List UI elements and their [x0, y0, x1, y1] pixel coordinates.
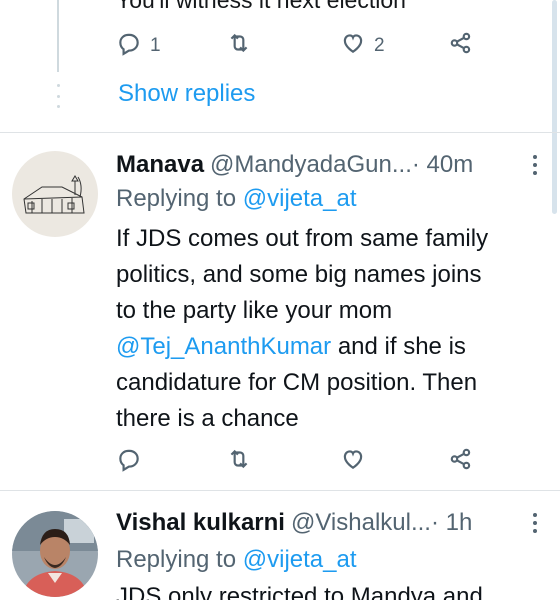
more-vertical-icon[interactable]: [532, 155, 538, 175]
display-name[interactable]: Manava: [116, 151, 204, 179]
reply-button[interactable]: [116, 446, 142, 478]
tweet-line: to the party like your mom: [116, 297, 393, 324]
mention-link[interactable]: @Tej_AnanthKumar: [116, 333, 331, 360]
heart-icon: [340, 446, 366, 478]
reply-tweet[interactable]: Manava @MandyadaGun... · 40m Replying to…: [0, 133, 560, 490]
timestamp[interactable]: · 1h: [431, 509, 472, 537]
twitter-replies-screen: You'll witness it next election 1 2 Show…: [0, 0, 560, 600]
replying-prefix: Replying to: [116, 185, 243, 212]
reply-icon: [116, 30, 142, 62]
tweet-line: If JDS comes out from same family: [116, 225, 489, 252]
retweet-icon: [226, 30, 252, 62]
display-name[interactable]: Vishal kulkarni: [116, 509, 285, 537]
tweet-header: Manava @MandyadaGun... · 40m: [116, 151, 473, 179]
like-button[interactable]: [340, 446, 366, 478]
avatar[interactable]: [12, 151, 98, 237]
retweet-icon: [226, 446, 252, 478]
replying-prefix: Replying to: [116, 546, 243, 573]
replying-mention[interactable]: @vijeta_at: [243, 185, 357, 212]
share-button[interactable]: [448, 446, 474, 478]
heart-icon: [340, 30, 366, 62]
tweet-text: JDS only restricted to Mandya and: [116, 579, 516, 600]
share-button[interactable]: [448, 30, 474, 62]
show-replies-link[interactable]: Show replies: [118, 80, 255, 108]
user-handle[interactable]: @MandyadaGun...: [210, 151, 412, 179]
tweet-line: politics, and some big names joins: [116, 261, 482, 288]
like-button[interactable]: 2: [340, 30, 385, 62]
tweet-line: JDS only restricted to Mandya and: [116, 583, 483, 600]
reply-icon: [116, 446, 142, 478]
tweet-text-fragment: You'll witness it next election: [116, 0, 406, 13]
reply-button[interactable]: 1: [116, 30, 161, 62]
reply-count: 1: [150, 35, 161, 56]
avatar[interactable]: [12, 511, 98, 597]
replying-to: Replying to @vijeta_at: [116, 546, 357, 574]
reply-tweet[interactable]: Vishal kulkarni @Vishalkul... · 1h Reply…: [0, 491, 560, 600]
tweet-line: candidature for CM position. Then: [116, 369, 478, 396]
tweet-line: there is a chance: [116, 405, 299, 432]
retweet-button[interactable]: [226, 446, 252, 478]
share-icon: [448, 30, 474, 62]
thread-line: [57, 0, 59, 72]
user-handle[interactable]: @Vishalkul...: [291, 509, 431, 537]
retweet-button[interactable]: [226, 30, 252, 62]
tweet-line: @Tej_AnanthKumar and if she is: [116, 329, 516, 365]
tweet-header: Vishal kulkarni @Vishalkul... · 1h: [116, 509, 472, 537]
more-vertical-icon[interactable]: [532, 513, 538, 533]
tweet-line-rest: and if she is: [331, 333, 466, 360]
share-icon: [448, 446, 474, 478]
tweet-text: If JDS comes out from same family politi…: [116, 221, 516, 437]
replying-mention[interactable]: @vijeta_at: [243, 546, 357, 573]
replying-to: Replying to @vijeta_at: [116, 185, 357, 213]
thread-dots: [55, 84, 61, 108]
like-count: 2: [374, 35, 385, 56]
timestamp[interactable]: · 40m: [412, 151, 473, 179]
